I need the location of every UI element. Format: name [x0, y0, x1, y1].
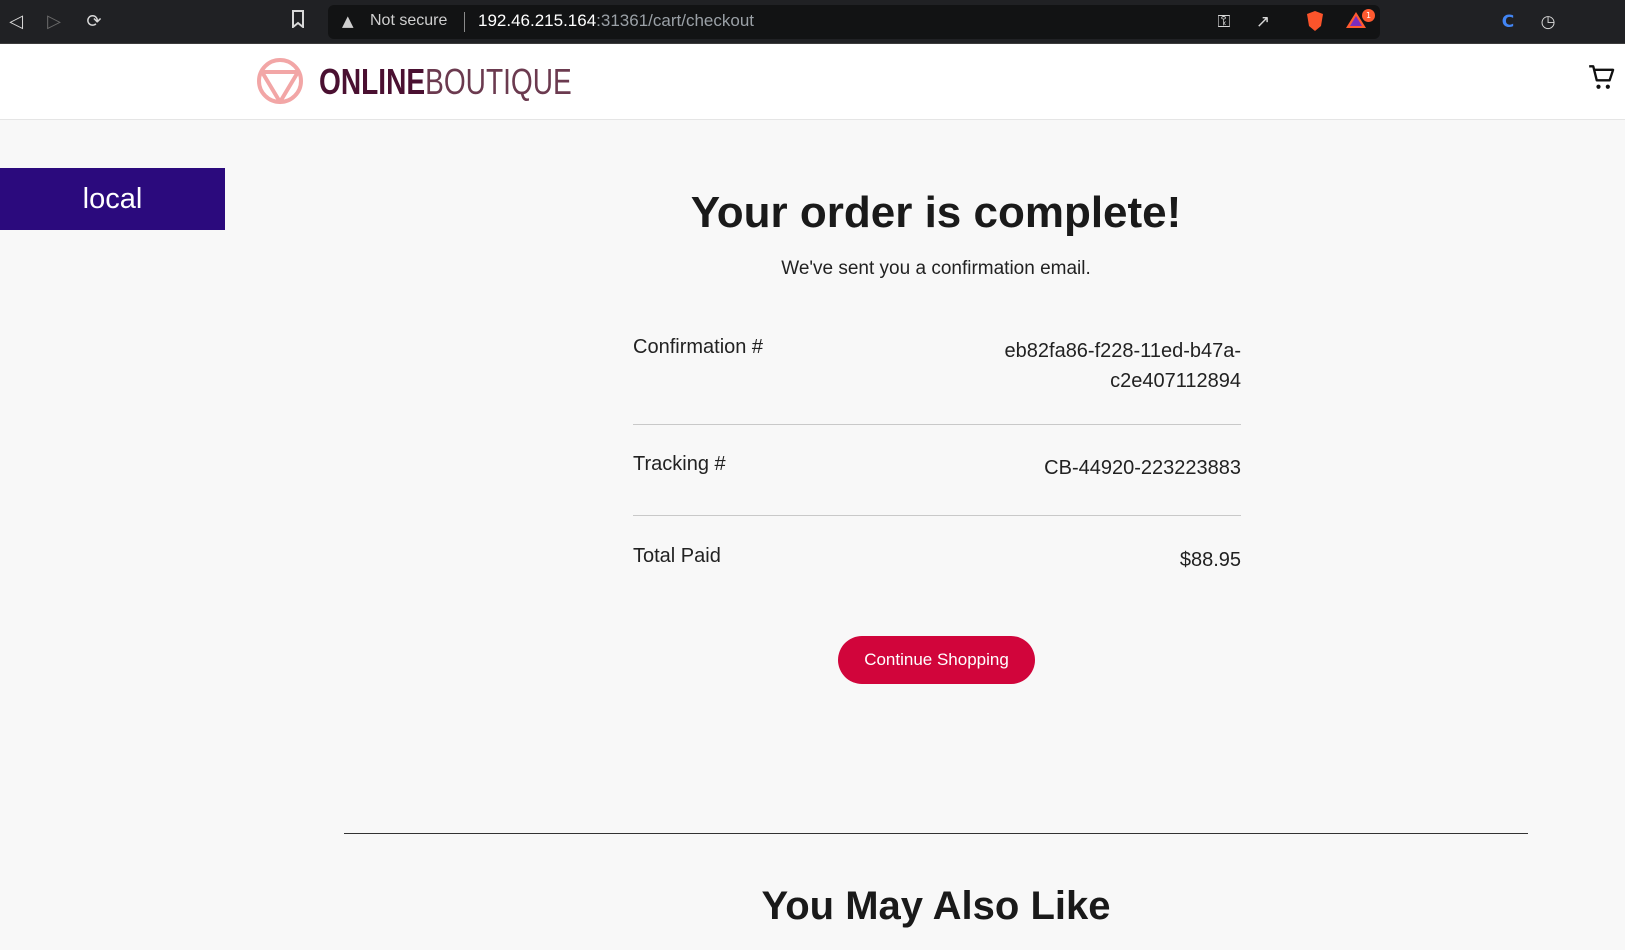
- reload-icon[interactable]: ⟳: [82, 10, 106, 34]
- warning-icon: ▲: [342, 12, 354, 30]
- confirmation-row: Confirmation # eb82fa86-f228-11ed-b47a-c…: [633, 332, 1241, 425]
- total-row: Total Paid $88.95: [633, 516, 1241, 576]
- url-text[interactable]: 192.46.215.164:31361/cart/checkout: [478, 11, 754, 31]
- section-divider: [344, 833, 1528, 834]
- share-icon[interactable]: ↗: [1251, 10, 1275, 34]
- total-label: Total Paid: [633, 545, 721, 567]
- extension-gauge-icon[interactable]: ◷: [1536, 10, 1560, 34]
- back-icon[interactable]: ◁: [4, 10, 28, 34]
- tracking-value: CB-44920-223223883: [1044, 457, 1241, 479]
- confirmation-value: eb82fa86-f228-11ed-b47a-c2e407112894: [941, 336, 1241, 396]
- confirmation-value-line1: eb82fa86-f228-11ed-b47a-: [1004, 340, 1241, 362]
- url-host: 192.46.215.164: [478, 11, 597, 30]
- order-complete-title: Your order is complete!: [690, 188, 1182, 237]
- tracking-label: Tracking #: [633, 453, 726, 475]
- site-header: ONLINEBOUTIQUE: [0, 44, 1625, 120]
- total-value: $88.95: [1179, 549, 1241, 571]
- logo-online-text: ONLINE: [319, 61, 426, 102]
- security-label[interactable]: Not secure: [370, 12, 447, 30]
- confirmation-label: Confirmation #: [633, 336, 764, 358]
- logo-boutique-text: BOUTIQUE: [425, 61, 572, 102]
- key-icon[interactable]: ⚿: [1212, 10, 1236, 34]
- bookmark-icon[interactable]: [286, 10, 310, 34]
- continue-shopping-button[interactable]: Continue Shopping: [838, 636, 1035, 684]
- environment-tag: local: [0, 168, 225, 230]
- extension-c-icon[interactable]: C: [1496, 10, 1520, 34]
- logo-wordmark[interactable]: ONLINEBOUTIQUE: [319, 61, 572, 103]
- confirmation-value-line2: c2e407112894: [1110, 370, 1241, 392]
- url-separator: [464, 12, 465, 32]
- tracking-row: Tracking # CB-44920-223223883: [633, 425, 1241, 516]
- cart-icon[interactable]: [1588, 64, 1616, 92]
- order-summary-table: Confirmation # eb82fa86-f228-11ed-b47a-c…: [633, 332, 1241, 576]
- order-complete-subtitle: We've sent you a confirmation email.: [781, 258, 1091, 279]
- brave-shields-icon[interactable]: [1303, 10, 1327, 34]
- recommendations-title: You May Also Like: [761, 884, 1111, 928]
- url-path: :31361/cart/checkout: [596, 11, 754, 30]
- logo-mark-icon[interactable]: [256, 57, 304, 105]
- forward-icon[interactable]: ▷: [42, 10, 66, 34]
- browser-toolbar: ◁ ▷ ⟳ ▲ Not secure 192.46.215.164:31361/…: [0, 0, 1625, 44]
- rewards-badge: 1: [1362, 9, 1375, 22]
